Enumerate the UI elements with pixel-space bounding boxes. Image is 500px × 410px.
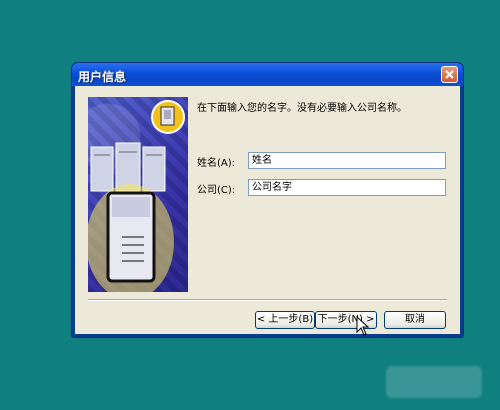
document-icon — [160, 106, 175, 126]
user-info-dialog: 用户信息 在下面输入您的名字。没有必要输入公司名称。 姓名(A): 姓名 公司(… — [72, 63, 463, 337]
watermark-blur — [386, 366, 482, 398]
server-illustration — [88, 97, 188, 292]
cancel-button[interactable]: 取消 — [384, 311, 446, 329]
dialog-body: 在下面输入您的名字。没有必要输入公司名称。 姓名(A): 姓名 公司(C): 公… — [75, 86, 460, 334]
separator — [88, 299, 447, 301]
dialog-title: 用户信息 — [78, 70, 127, 84]
company-label: 公司(C): — [197, 185, 236, 196]
close-button[interactable] — [441, 66, 458, 83]
mouse-cursor-icon — [356, 316, 370, 336]
close-icon — [445, 70, 454, 79]
name-label: 姓名(A): — [197, 158, 236, 169]
company-field[interactable]: 公司名字 — [248, 179, 446, 196]
instruction-text: 在下面输入您的名字。没有必要输入公司名称。 — [197, 103, 407, 114]
title-bar[interactable]: 用户信息 — [72, 63, 463, 86]
name-field[interactable]: 姓名 — [248, 152, 446, 169]
back-button[interactable]: < 上一步(B) — [255, 311, 315, 329]
